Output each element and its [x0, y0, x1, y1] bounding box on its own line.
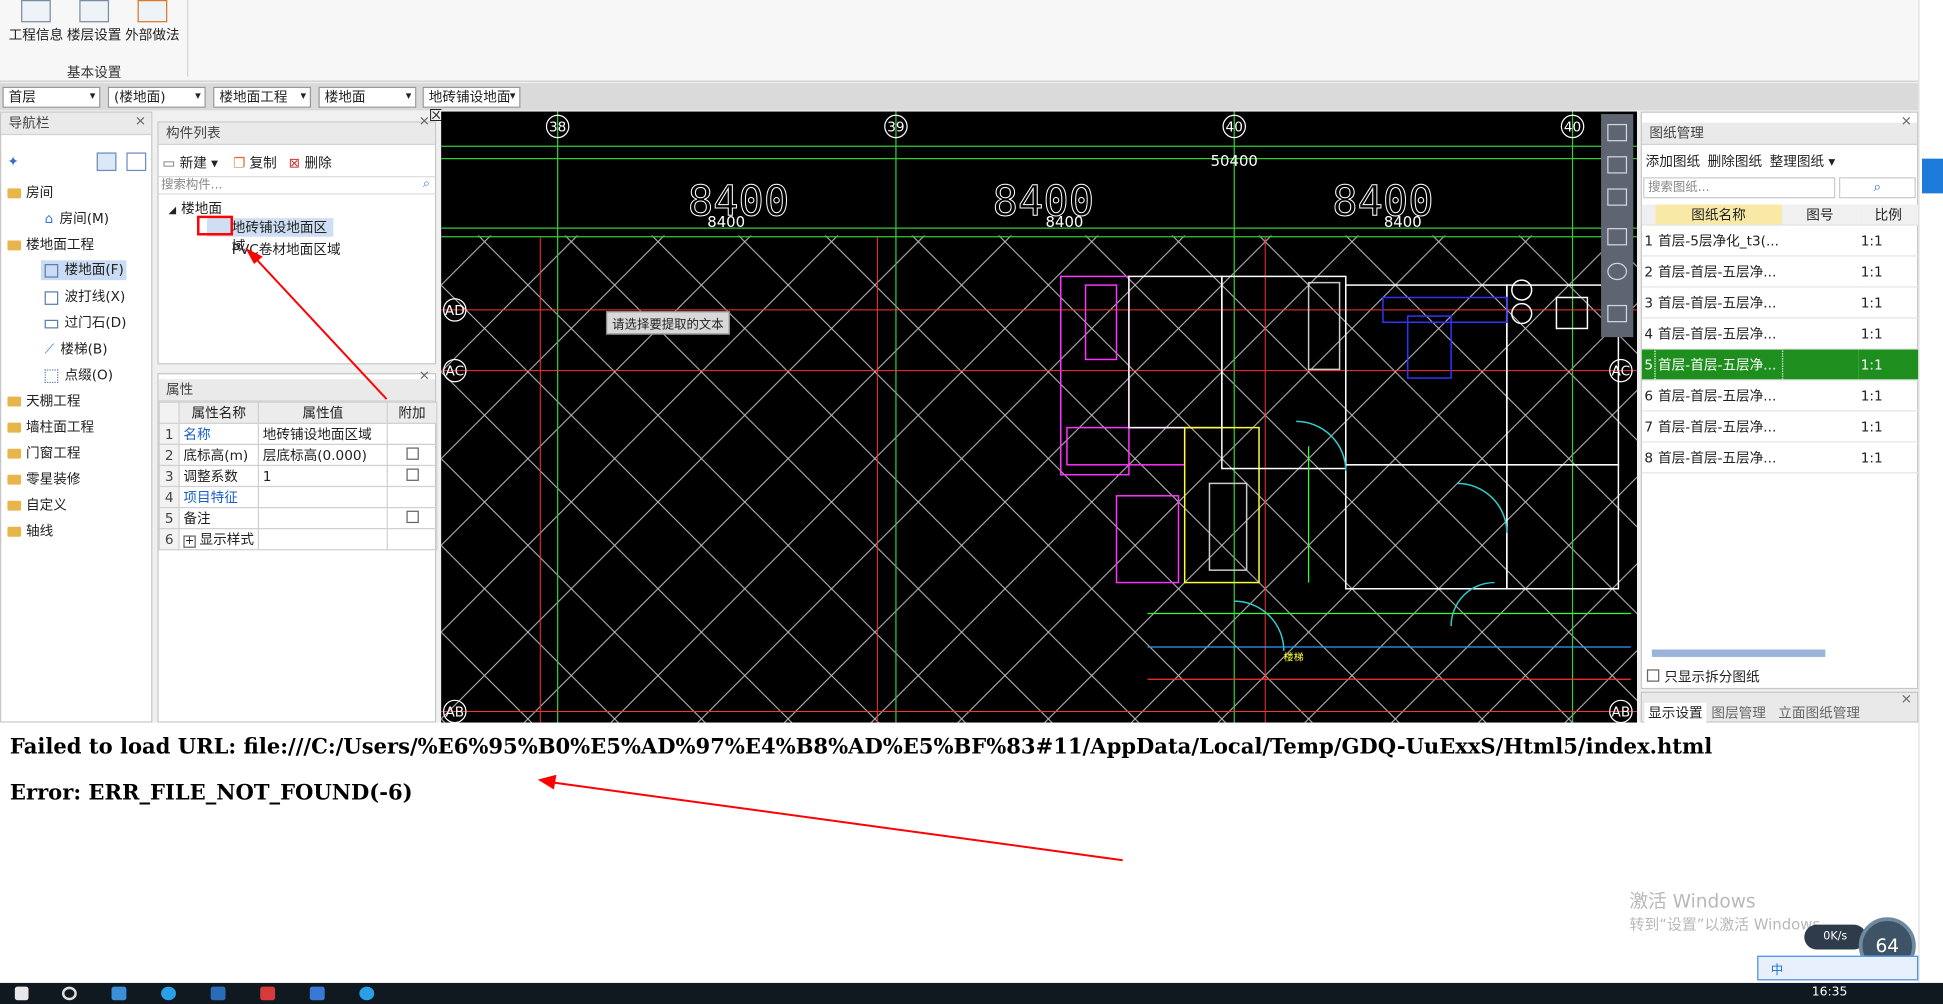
app-icon[interactable]	[161, 986, 176, 1001]
start-icon[interactable]	[14, 986, 29, 1001]
annotation-arrowhead	[245, 247, 263, 265]
app-icon[interactable]	[210, 986, 226, 1001]
annotation-arrow	[250, 253, 388, 400]
app-icon[interactable]	[260, 986, 276, 1001]
clock: 16:35	[1811, 985, 1848, 1000]
search-icon[interactable]	[61, 986, 77, 1001]
annotation-arrow	[550, 781, 1123, 862]
annotation-overlay	[245, 247, 1123, 862]
app-icon[interactable]	[309, 986, 325, 1001]
browser-icon[interactable]	[111, 986, 127, 1001]
taskbar: 16:35	[0, 982, 1943, 1004]
annotation-arrowhead	[537, 774, 557, 790]
app-icon[interactable]	[359, 986, 375, 1001]
